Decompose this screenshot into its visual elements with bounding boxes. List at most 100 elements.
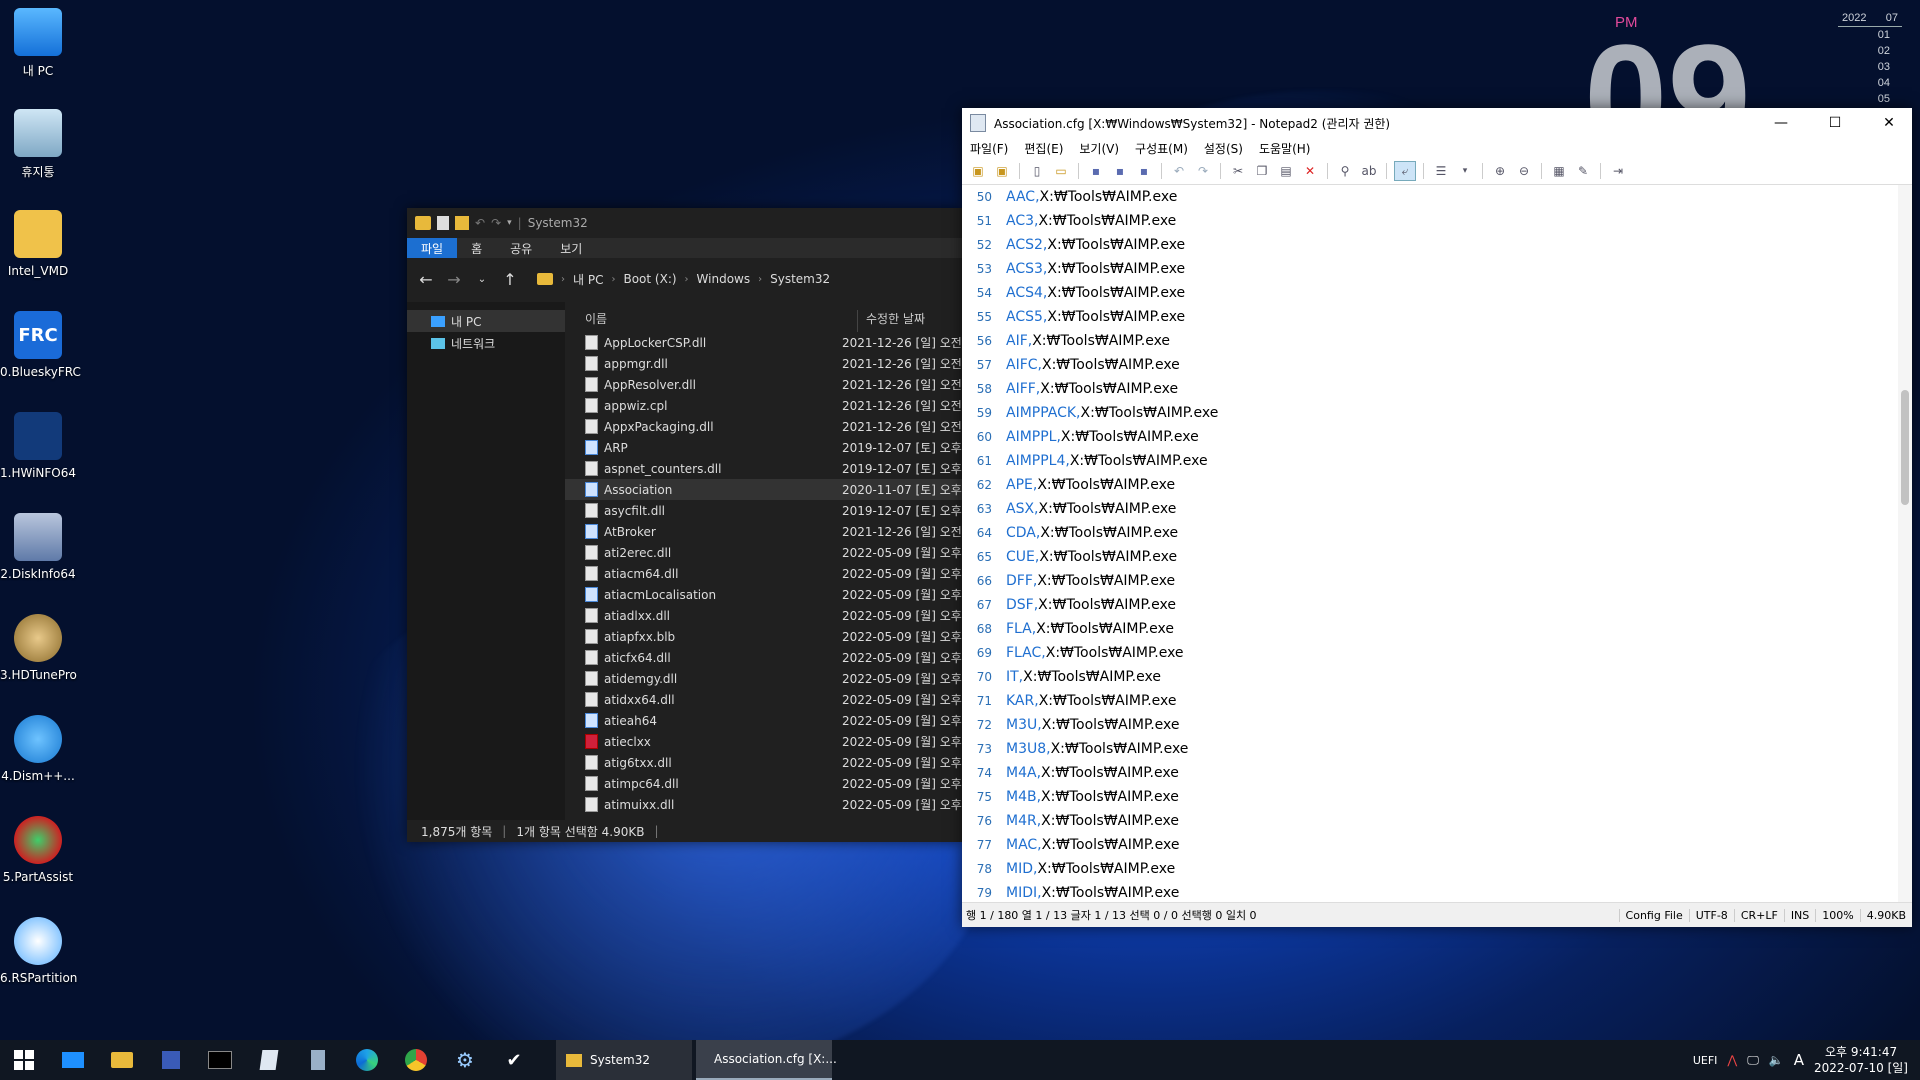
- file-row[interactable]: atiacmLocalisation 2022-05-09 [월] 오후: [565, 584, 962, 605]
- zoom-out-icon[interactable]: ⊖: [1514, 162, 1534, 180]
- desktop-icon[interactable]: Intel_VMD: [0, 210, 76, 278]
- file-row[interactable]: atiadlxx.dll 2022-05-09 [월] 오후: [565, 605, 962, 626]
- taskbar-clock[interactable]: 오후 9:41:47 2022-07-10 [일]: [1814, 1044, 1908, 1076]
- terminal-icon[interactable]: [200, 1040, 240, 1080]
- undo-icon[interactable]: ↶: [475, 216, 485, 230]
- save-as-icon[interactable]: ▪: [1110, 162, 1130, 180]
- file-row[interactable]: ati2erec.dll 2022-05-09 [월] 오후: [565, 542, 962, 563]
- eol-indicator[interactable]: CR+LF: [1733, 908, 1784, 922]
- file-row[interactable]: atig6txx.dll 2022-05-09 [월] 오후: [565, 752, 962, 773]
- file-row[interactable]: ARP 2019-12-07 [토] 오후: [565, 437, 962, 458]
- menu-item[interactable]: 설정(S): [1204, 140, 1243, 157]
- settings-app-icon[interactable]: ⚙: [445, 1040, 485, 1080]
- ime-indicator[interactable]: A: [1794, 1051, 1804, 1069]
- file-explorer-icon[interactable]: [102, 1040, 142, 1080]
- find-icon[interactable]: ⚲: [1335, 162, 1355, 180]
- settings-icon[interactable]: ✎: [1573, 162, 1593, 180]
- customize-toolbar-icon[interactable]: ▾: [507, 218, 512, 228]
- file-row[interactable]: atidxx64.dll 2022-05-09 [월] 오후: [565, 689, 962, 710]
- calculator-icon[interactable]: [298, 1040, 338, 1080]
- desktop-icon[interactable]: 1.HWiNFO64: [0, 412, 76, 480]
- breadcrumb-item[interactable]: Boot (X:): [623, 272, 676, 286]
- menu-item[interactable]: 편집(E): [1024, 140, 1063, 157]
- volume-icon[interactable]: 🔈: [1769, 1053, 1784, 1067]
- favorites-icon[interactable]: ▣: [992, 162, 1012, 180]
- ins-indicator[interactable]: INS: [1783, 908, 1815, 922]
- ribbon-tab[interactable]: 홈: [457, 238, 496, 258]
- file-row[interactable]: appmgr.dll 2021-12-26 [일] 오전: [565, 353, 962, 374]
- notepad-editor[interactable]: 50 AAC, X:₩Tools₩AIMP.exe 51 AC3, X:₩Tools₩AI…: [962, 185, 1898, 903]
- new-file-icon[interactable]: ▯: [1027, 162, 1047, 180]
- file-row[interactable]: atimpc64.dll 2022-05-09 [월] 오후: [565, 773, 962, 794]
- undo-icon[interactable]: ↶: [1169, 162, 1189, 180]
- file-row[interactable]: aticfx64.dll 2022-05-09 [월] 오후: [565, 647, 962, 668]
- tool-app-icon[interactable]: ✔: [494, 1040, 534, 1080]
- word-wrap-icon[interactable]: ⤶: [1394, 161, 1416, 181]
- zoom-in-icon[interactable]: ⊕: [1490, 162, 1510, 180]
- new-folder-icon[interactable]: [455, 216, 469, 230]
- file-row[interactable]: appwiz.cpl 2021-12-26 [일] 오전: [565, 395, 962, 416]
- properties-icon[interactable]: [437, 216, 449, 230]
- desktop-icon[interactable]: 5.PartAssist: [0, 816, 76, 884]
- file-row[interactable]: atiacm64.dll 2022-05-09 [월] 오후: [565, 563, 962, 584]
- file-row[interactable]: atieah64 2022-05-09 [월] 오후: [565, 710, 962, 731]
- ribbon-tab[interactable]: 보기: [546, 238, 596, 258]
- breadcrumb-item[interactable]: 내 PC: [573, 271, 603, 288]
- recent-locations-icon[interactable]: ⌄: [473, 274, 491, 285]
- hidden-icons-icon[interactable]: ⋀: [1727, 1053, 1737, 1067]
- desktop-icon[interactable]: 3.HDTunePro: [0, 614, 77, 682]
- start-button[interactable]: [4, 1040, 44, 1080]
- save-copy-icon[interactable]: ▪: [1134, 162, 1154, 180]
- menu-item[interactable]: 파일(F): [970, 140, 1008, 157]
- vertical-scrollbar[interactable]: [1898, 185, 1912, 903]
- ribbon-tab[interactable]: 공유: [496, 238, 546, 258]
- menu-item[interactable]: 구성표(M): [1135, 140, 1188, 157]
- browse-icon[interactable]: ▣: [968, 162, 988, 180]
- redo-icon[interactable]: ↷: [491, 216, 501, 230]
- desktop-icon[interactable]: 휴지통: [0, 109, 76, 180]
- column-date-header[interactable]: 수정한 날짜: [858, 310, 925, 332]
- file-row[interactable]: atidemgy.dll 2022-05-09 [월] 오후: [565, 668, 962, 689]
- file-row[interactable]: AtBroker 2021-12-26 [일] 오전: [565, 521, 962, 542]
- scheme-indicator[interactable]: Config File: [1618, 908, 1689, 922]
- copy-icon[interactable]: ❐: [1252, 162, 1272, 180]
- taskbar-task[interactable]: System32: [556, 1040, 692, 1080]
- desktop-icon[interactable]: 4.Dism++...: [0, 715, 76, 783]
- desktop-icon[interactable]: 2.DiskInfo64: [0, 513, 76, 581]
- file-row[interactable]: atiapfxx.blb 2022-05-09 [월] 오후: [565, 626, 962, 647]
- menu-item[interactable]: 도움말(H): [1259, 140, 1311, 157]
- cut-icon[interactable]: ✂: [1228, 162, 1248, 180]
- file-row[interactable]: Association 2020-11-07 [토] 오후: [565, 479, 962, 500]
- paste-icon[interactable]: ▤: [1276, 162, 1296, 180]
- open-file-icon[interactable]: ▭: [1051, 162, 1071, 180]
- close-button[interactable]: ✕: [1866, 115, 1912, 131]
- menu-item[interactable]: 보기(V): [1079, 140, 1119, 157]
- breadcrumb-item[interactable]: System32: [770, 272, 830, 286]
- desktop-icon[interactable]: 6.RSPartition: [0, 917, 77, 985]
- desktop-shortcut-icon[interactable]: [53, 1040, 93, 1080]
- encoding-indicator[interactable]: UTF-8: [1688, 908, 1734, 922]
- minimize-button[interactable]: —: [1758, 115, 1804, 131]
- customize-icon[interactable]: ▦: [1549, 162, 1569, 180]
- file-row[interactable]: AppResolver.dll 2021-12-26 [일] 오전: [565, 374, 962, 395]
- breadcrumb-item[interactable]: Windows: [697, 272, 751, 286]
- edge-browser-icon[interactable]: [347, 1040, 387, 1080]
- replace-icon[interactable]: ab: [1359, 162, 1379, 180]
- file-row[interactable]: asycfilt.dll 2019-12-07 [토] 오후: [565, 500, 962, 521]
- desktop-icon[interactable]: 내 PC: [0, 8, 76, 79]
- notepad-app-icon[interactable]: [249, 1040, 289, 1080]
- chrome-browser-icon[interactable]: [396, 1040, 436, 1080]
- exit-icon[interactable]: ⇥: [1608, 162, 1628, 180]
- file-row[interactable]: atimuixx.dll 2022-05-09 [월] 오후: [565, 794, 962, 815]
- up-arrow-icon[interactable]: ↑: [501, 270, 519, 289]
- column-name-header[interactable]: 이름: [565, 310, 858, 332]
- desktop-icon[interactable]: FRC 0.BlueskyFRC: [0, 311, 81, 379]
- delete-icon[interactable]: ✕: [1300, 162, 1320, 180]
- taskbar-task[interactable]: Association.cfg [X:...: [696, 1040, 837, 1080]
- network-icon[interactable]: 🖵: [1747, 1053, 1759, 1068]
- file-row[interactable]: atieclxx 2022-05-09 [월] 오후: [565, 731, 962, 752]
- file-row[interactable]: aspnet_counters.dll 2019-12-07 [토] 오후: [565, 458, 962, 479]
- ribbon-tab[interactable]: 파일: [407, 238, 458, 258]
- scheme-icon[interactable]: ☰: [1431, 162, 1451, 180]
- forward-arrow-icon[interactable]: →: [445, 270, 463, 289]
